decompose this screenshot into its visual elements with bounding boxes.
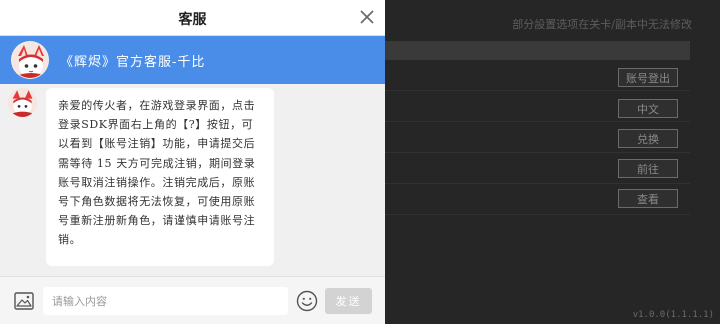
message-text: 亲爱的传火者，在游戏登录界面，点击登录SDK界面右上角的【?】按钮，可以看到【账… — [58, 99, 256, 247]
settings-header-strip — [385, 41, 690, 60]
message-input[interactable] — [43, 287, 288, 315]
view-button[interactable]: 查看 — [618, 189, 678, 208]
send-button[interactable]: 发送 — [325, 288, 372, 314]
goto-button[interactable]: 前往 — [618, 159, 678, 178]
language-button[interactable]: 中文 — [618, 99, 678, 118]
customer-service-panel: 客服 《辉烬》官方客服-千比 亲爱的传火者，在游戏登录界面，点击登录SDK界面右… — [0, 0, 385, 324]
row-divider — [385, 90, 690, 91]
row-divider — [385, 152, 690, 153]
agent-avatar — [11, 41, 49, 79]
row-divider — [385, 214, 690, 215]
panel-header: 客服 — [0, 0, 385, 36]
agent-bar: 《辉烬》官方客服-千比 — [0, 36, 385, 84]
panel-title: 客服 — [178, 12, 207, 28]
close-icon[interactable] — [359, 9, 375, 25]
row-divider — [385, 121, 690, 122]
agent-name: 《辉烬》官方客服-千比 — [60, 55, 206, 70]
image-icon[interactable] — [14, 292, 34, 310]
input-bar: 发送 — [0, 276, 385, 324]
version-label: v1.0.0(1.1.1.1) — [632, 310, 714, 320]
logout-button[interactable]: 账号登出 — [618, 68, 678, 87]
row-divider — [385, 183, 690, 184]
emoji-icon[interactable] — [296, 290, 318, 312]
settings-notice: 部分設置选项在关卡/副本中无法修改 — [512, 18, 692, 31]
message-avatar — [8, 88, 37, 117]
redeem-button[interactable]: 兑换 — [618, 129, 678, 148]
message-bubble: 亲爱的传火者，在游戏登录界面，点击登录SDK界面右上角的【?】按钮，可以看到【账… — [46, 88, 274, 266]
